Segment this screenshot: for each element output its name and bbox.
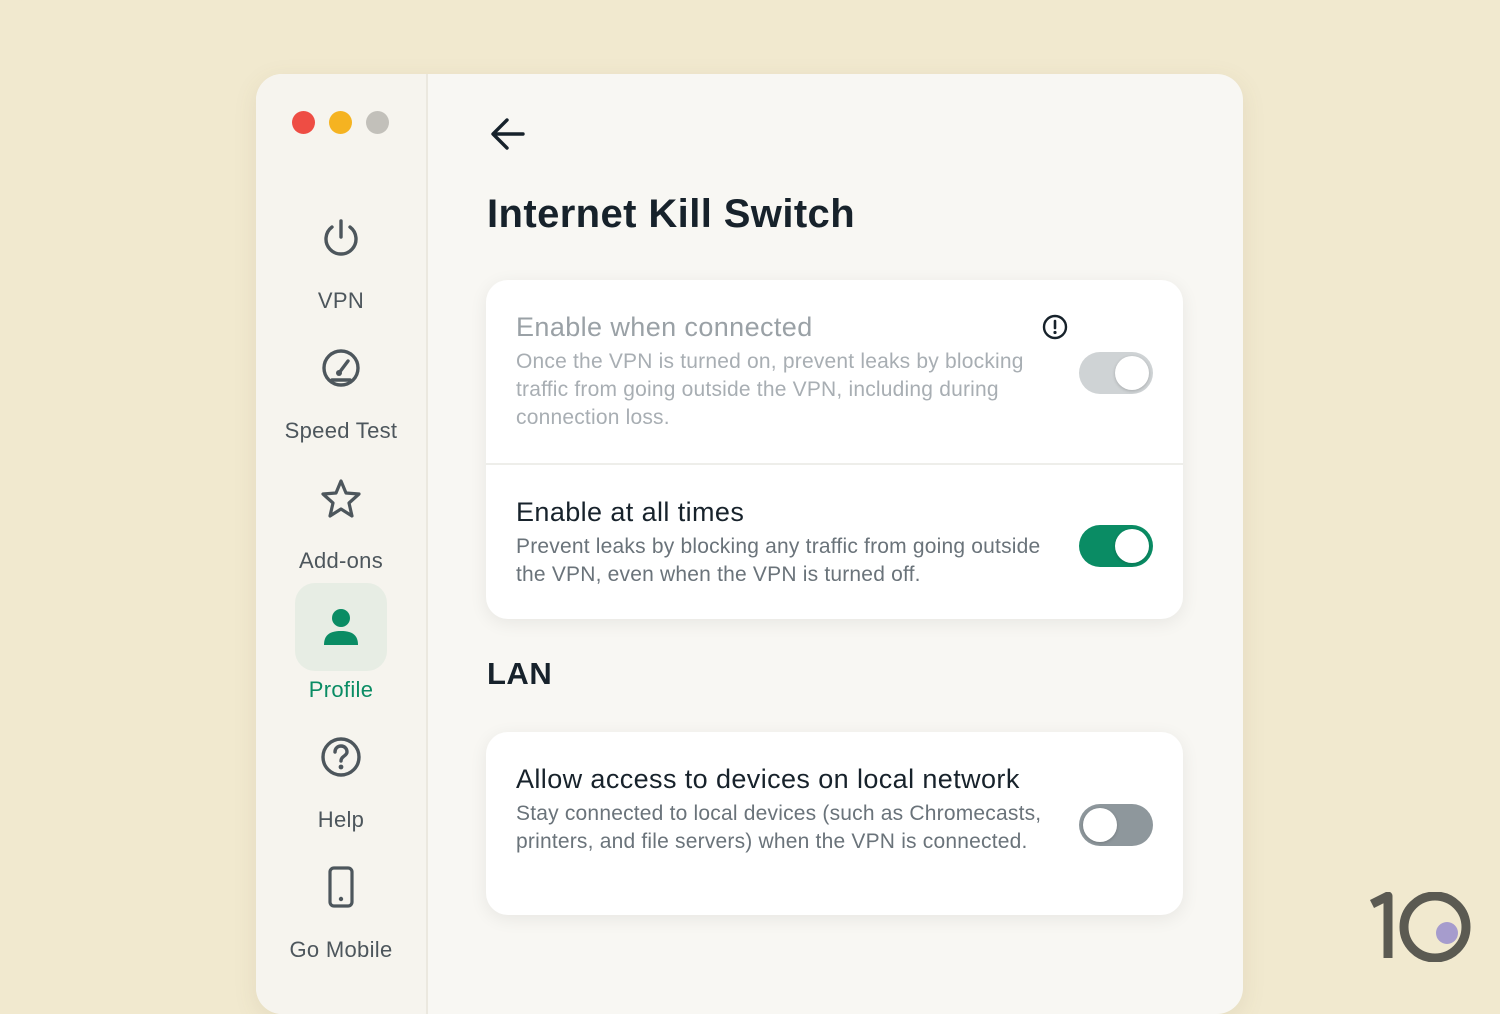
nav-icon-container xyxy=(295,713,387,801)
main-content: Internet Kill Switch Enable when connect… xyxy=(428,74,1243,1014)
sidebar-item-label: VPN xyxy=(317,288,365,313)
page-title: Internet Kill Switch xyxy=(487,192,856,236)
back-button[interactable] xyxy=(486,114,530,154)
setting-description: Stay connected to local devices (such as… xyxy=(516,802,1042,853)
question-icon xyxy=(321,737,361,777)
exclamation-circle-icon[interactable] xyxy=(1042,314,1068,340)
nav-icon-container xyxy=(295,843,387,931)
star-icon xyxy=(321,479,361,518)
sidebar-item-label: Go Mobile xyxy=(289,937,393,962)
sidebar-item-profile[interactable]: Profile xyxy=(256,583,426,703)
minimize-window-button[interactable] xyxy=(329,111,352,134)
person-icon xyxy=(324,609,358,645)
toggle-knob xyxy=(1115,529,1149,563)
sidebar-item-label: Add-ons xyxy=(298,548,384,573)
sidebar: VPN Speed Test Add-ons Profile Help Go M… xyxy=(256,74,428,1014)
sidebar-item-label: Help xyxy=(317,807,365,832)
nav-icon-container xyxy=(295,583,387,671)
kill-switch-card: Enable when connected Once the VPN is tu… xyxy=(486,280,1183,619)
sidebar-item-label: Speed Test xyxy=(284,418,398,443)
sidebar-item-add-ons[interactable]: Add-ons xyxy=(256,454,426,574)
zoom-window-button[interactable] xyxy=(366,111,389,134)
lan-heading: LAN xyxy=(487,656,553,691)
ten-logo xyxy=(1369,892,1471,962)
setting-description: Once the VPN is turned on, prevent leaks… xyxy=(516,350,1024,429)
allow-local-network-row: Allow access to devices on local network… xyxy=(486,732,1183,915)
enable-when-connected-row: Enable when connected Once the VPN is tu… xyxy=(486,280,1183,463)
toggle-knob xyxy=(1115,356,1149,390)
sidebar-item-vpn[interactable]: VPN xyxy=(256,194,426,314)
sidebar-item-speed-test[interactable]: Speed Test xyxy=(256,324,426,444)
app-window: VPN Speed Test Add-ons Profile Help Go M… xyxy=(256,74,1243,1014)
enable-at-all-times-toggle[interactable] xyxy=(1079,525,1153,567)
close-window-button[interactable] xyxy=(292,111,315,134)
gauge-icon xyxy=(322,349,360,387)
toggle-knob xyxy=(1083,808,1117,842)
sidebar-item-help[interactable]: Help xyxy=(256,713,426,833)
window-controls xyxy=(292,111,389,134)
setting-title: Enable at all times xyxy=(516,497,745,527)
lan-card: Allow access to devices on local network… xyxy=(486,732,1183,915)
nav-icon-container xyxy=(295,324,387,412)
phone-icon xyxy=(328,866,354,908)
enable-at-all-times-row: Enable at all times Prevent leaks by blo… xyxy=(486,463,1183,619)
setting-title: Allow access to devices on local network xyxy=(516,764,1020,794)
setting-title: Enable when connected xyxy=(516,312,813,342)
power-icon xyxy=(324,219,358,256)
setting-description: Prevent leaks by blocking any traffic fr… xyxy=(516,535,1041,586)
sidebar-item-label: Profile xyxy=(308,677,374,702)
sidebar-item-go-mobile[interactable]: Go Mobile xyxy=(256,843,426,963)
enable-when-connected-toggle[interactable] xyxy=(1079,352,1153,394)
nav-icon-container xyxy=(295,454,387,542)
allow-local-network-toggle[interactable] xyxy=(1079,804,1153,846)
arrow-left-icon xyxy=(491,118,525,150)
nav-icon-container xyxy=(295,194,387,282)
